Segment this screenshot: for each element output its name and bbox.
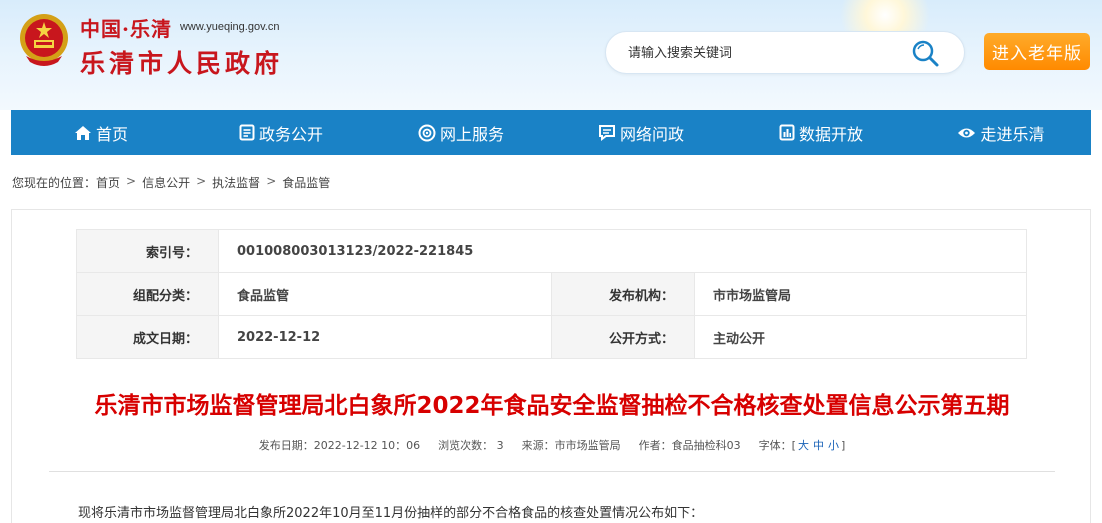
breadcrumb-home[interactable]: 首页 — [96, 174, 120, 191]
data-icon — [779, 124, 795, 141]
main-nav: 首页 政务公开 网上服务 网络问政 数据开放 走进乐清 — [11, 110, 1091, 155]
font-medium-link[interactable]: 中 — [813, 439, 824, 452]
method-label: 公开方式： — [551, 315, 695, 359]
article-author: 作者：食品抽检科03 — [638, 439, 741, 452]
index-value: 001008003013123/2022-221845 — [218, 229, 1027, 273]
breadcrumb-prefix: 您现在的位置： — [12, 176, 97, 190]
breadcrumb-law-enforcement[interactable]: 执法监督 — [212, 174, 260, 191]
nav-open-data[interactable]: 数据开放 — [731, 110, 911, 155]
nav-about-yueqing-label: 走进乐清 — [980, 124, 1045, 144]
message-icon — [598, 125, 615, 141]
index-label: 索引号： — [76, 229, 219, 273]
publish-date: 发布日期：2022-12-12 10：06 — [258, 439, 421, 452]
font-size-switcher: 字体：[大中小] — [759, 437, 846, 453]
elder-version-button[interactable]: 进入老年版 — [984, 33, 1090, 70]
breadcrumb-separator: > — [126, 174, 137, 188]
site-header: 中国·乐清 www.yueqing.gov.cn 乐清市人民政府 进入老年版 — [0, 0, 1102, 110]
font-size-end: ] — [840, 439, 846, 452]
article-body-paragraph: 现将乐清市市场监督管理局北白象所2022年10月至11月份抽样的部分不合格食品的… — [78, 506, 704, 521]
date-label: 成文日期： — [76, 315, 219, 359]
nav-online-inquiry-label: 网络问政 — [619, 124, 684, 144]
breadcrumb-info-open[interactable]: 信息公开 — [142, 174, 190, 191]
category-label: 组配分类： — [76, 272, 219, 316]
service-icon — [418, 124, 436, 141]
nav-home-label: 首页 — [95, 124, 128, 144]
breadcrumb-food-supervision[interactable]: 食品监管 — [282, 174, 330, 191]
search-input[interactable] — [628, 42, 908, 64]
article-title: 乐清市市场监督管理局北白象所2022年食品安全监督抽检不合格核查处置信息公示第五… — [94, 393, 1010, 419]
article-info-bar: 发布日期：2022-12-12 10：06 浏览次数： 3 来源：市市场监管局 … — [12, 437, 1092, 453]
breadcrumb-separator: > — [196, 174, 207, 188]
view-count: 浏览次数： 3 — [438, 439, 504, 452]
method-value: 主动公开 — [694, 315, 1027, 359]
site-url: www.yueqing.gov.cn — [179, 21, 280, 33]
nav-about-yueqing[interactable]: 走进乐清 — [911, 110, 1091, 155]
nav-gov-affairs-label: 政务公开 — [258, 124, 323, 144]
search-icon[interactable] — [910, 38, 942, 68]
publisher-value: 市市场监管局 — [694, 272, 1027, 316]
logo-china-yueqing: 中国·乐清 — [80, 16, 172, 41]
nav-open-data-label: 数据开放 — [798, 124, 863, 144]
nav-gov-affairs[interactable]: 政务公开 — [191, 110, 371, 155]
font-large-link[interactable]: 大 — [798, 439, 809, 452]
font-size-label: 字体：[ — [758, 439, 796, 452]
nav-online-inquiry[interactable]: 网络问政 — [551, 110, 731, 155]
nav-online-service[interactable]: 网上服务 — [371, 110, 551, 155]
search-box — [605, 31, 965, 74]
article-meta-table: 索引号： 001008003013123/2022-221845 组配分类： 食… — [76, 229, 1027, 359]
category-value: 食品监管 — [218, 272, 552, 316]
article-card: 索引号： 001008003013123/2022-221845 组配分类： 食… — [11, 209, 1091, 523]
nav-home[interactable]: 首页 — [11, 110, 191, 155]
national-emblem-icon — [20, 14, 68, 66]
nav-online-service-label: 网上服务 — [439, 124, 504, 144]
logo-top-line: 中国·乐清 www.yueqing.gov.cn — [80, 14, 280, 41]
breadcrumb: 您现在的位置： 首页 > 信息公开 > 执法监督 > 食品监管 — [12, 174, 330, 191]
font-small-link[interactable]: 小 — [828, 439, 839, 452]
publisher-label: 发布机构： — [551, 272, 695, 316]
article-source: 来源：市市场监管局 — [521, 439, 621, 452]
eye-icon — [958, 128, 976, 137]
content-divider — [49, 471, 1055, 472]
date-value: 2022-12-12 — [218, 315, 552, 359]
site-title[interactable]: 乐清市人民政府 — [80, 44, 283, 80]
document-icon — [239, 124, 255, 141]
breadcrumb-separator: > — [266, 174, 277, 188]
home-icon — [74, 125, 91, 140]
